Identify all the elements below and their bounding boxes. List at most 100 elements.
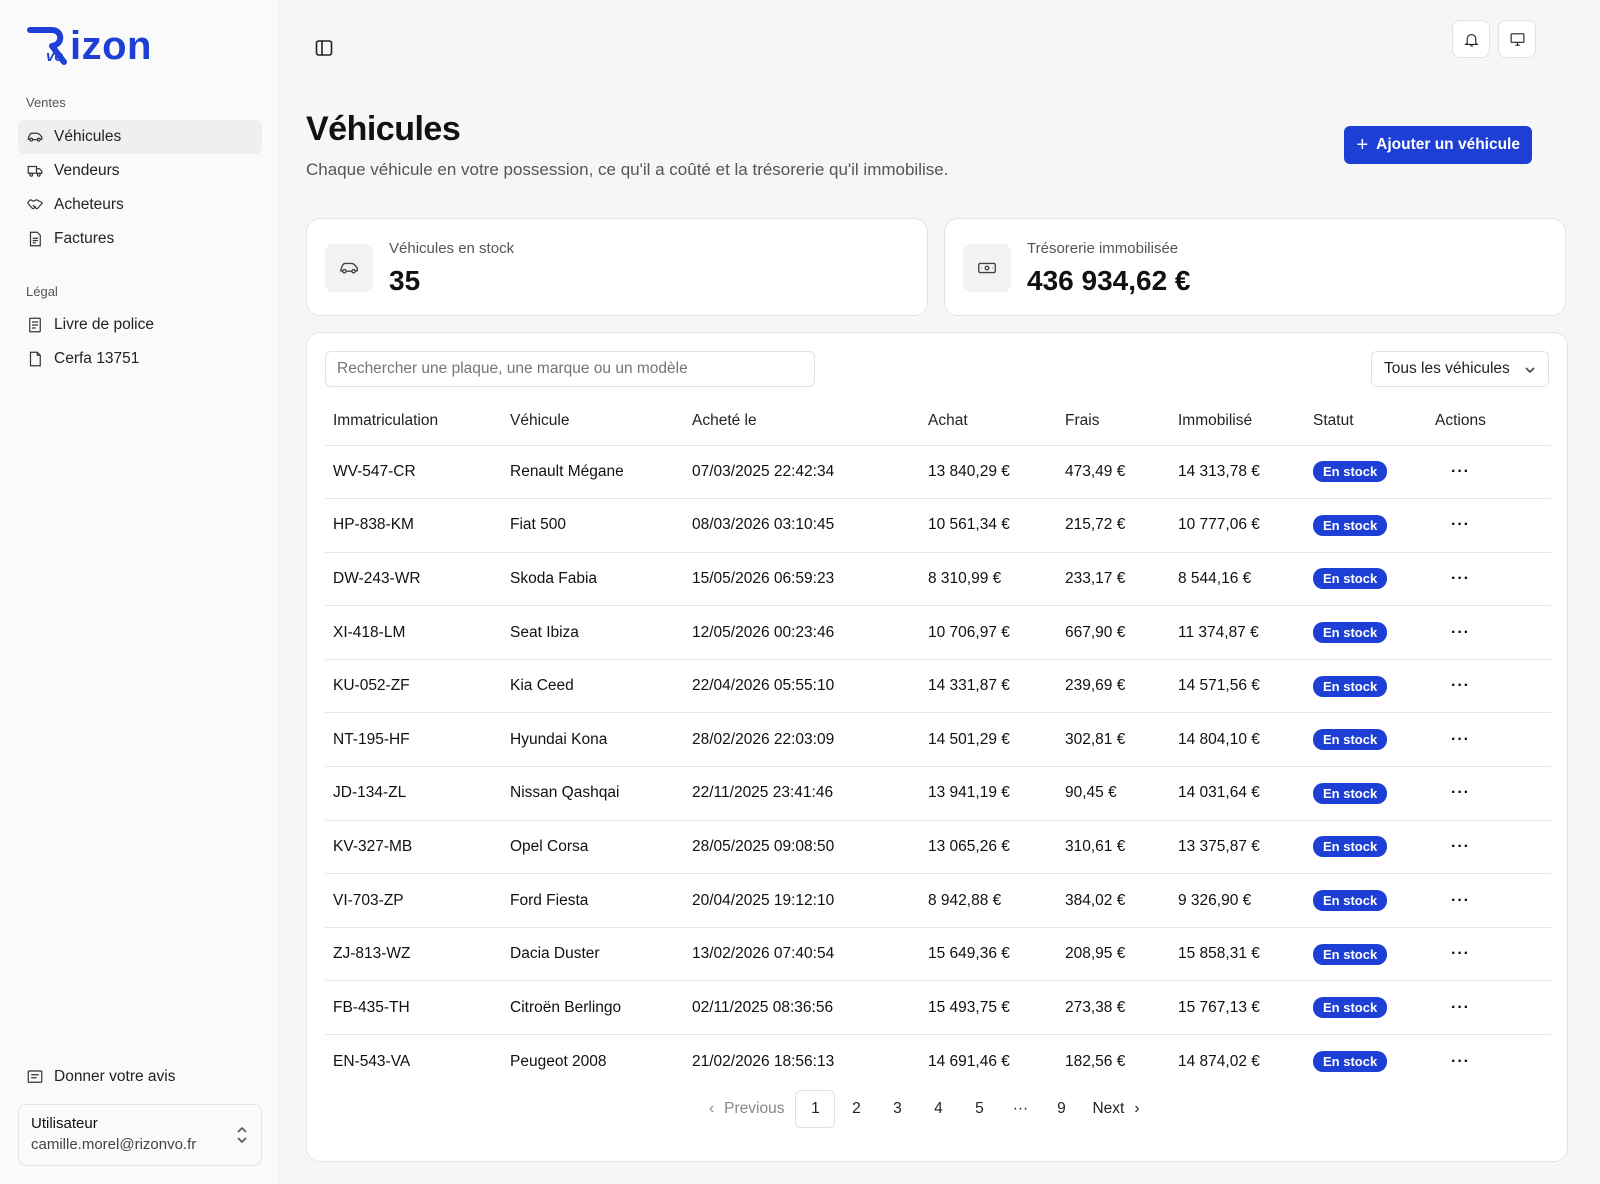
vehicle-filter-select[interactable]: Tous les véhicules (1371, 351, 1549, 387)
logo[interactable]: vo izon (26, 24, 152, 68)
message-icon (27, 1070, 43, 1083)
cell-frais: 473,49 € (1057, 445, 1170, 500)
cell-achat: 10 561,34 € (920, 498, 1057, 553)
cell-vehicle: Ford Fiesta (502, 873, 684, 928)
previous-label: Previous (724, 1100, 785, 1117)
cell-achat: 10 706,97 € (920, 605, 1057, 660)
cell-date: 02/11/2025 08:36:56 (684, 980, 920, 1036)
page-button[interactable]: 3 (877, 1090, 917, 1128)
more-actions-icon[interactable]: ··· (1435, 1053, 1470, 1070)
table-row[interactable]: KU-052-ZF Kia Ceed 22/04/2026 05:55:10 14 3… (325, 659, 1551, 714)
more-actions-icon[interactable]: ··· (1435, 516, 1470, 533)
table-row[interactable]: FB-435-TH Citroën Berlingo 02/11/2025 08:3… (325, 980, 1551, 1036)
cell-vehicle: Seat Ibiza (502, 605, 684, 660)
cell-date: 08/03/2026 03:10:45 (684, 498, 920, 553)
cell-date: 28/05/2025 09:08:50 (684, 820, 920, 875)
stat-label: Trésorerie immobilisée (1027, 240, 1179, 257)
table-row[interactable]: KV-327-MB Opel Corsa 28/05/2025 09:08:50 13… (325, 820, 1551, 875)
more-actions-icon[interactable]: ··· (1435, 677, 1470, 694)
cell-actions: ··· (1427, 552, 1551, 607)
cell-actions: ··· (1427, 980, 1551, 1036)
more-actions-icon[interactable]: ··· (1435, 945, 1470, 962)
cell-plate: WV-547-CR (325, 445, 502, 500)
column-header: Actions (1427, 397, 1551, 446)
cell-plate: KV-327-MB (325, 820, 502, 875)
more-actions-icon[interactable]: ··· (1435, 570, 1470, 587)
cell-status: En stock (1305, 445, 1427, 500)
book-icon (29, 317, 41, 333)
pagination-next[interactable]: Next › (1082, 1090, 1149, 1128)
user-menu[interactable]: Utilisateur camille.morel@rizonvo.fr (18, 1104, 262, 1166)
pagination-previous[interactable]: ‹ Previous (699, 1090, 794, 1128)
page-title: Véhicules (306, 110, 461, 148)
add-vehicle-button[interactable]: + Ajouter un véhicule (1344, 126, 1532, 164)
filter-value: Tous les véhicules (1384, 360, 1510, 377)
cell-vehicle: Fiat 500 (502, 498, 684, 553)
status-badge: En stock (1313, 622, 1388, 644)
sidebar-item-livre-de-police[interactable]: Livre de police (18, 308, 262, 342)
document-icon (29, 351, 41, 367)
more-actions-icon[interactable]: ··· (1435, 838, 1470, 855)
sidebar-item-cerfa[interactable]: Cerfa 13751 (18, 342, 262, 376)
column-header[interactable]: Immobilisé (1170, 397, 1305, 446)
main-content: Véhicules Chaque véhicule en votre posse… (278, 8, 1592, 1184)
feedback-link[interactable]: Donner votre avis (18, 1060, 262, 1094)
sidebar-item-acheteurs[interactable]: Acheteurs (18, 188, 262, 222)
table-row[interactable]: DW-243-WR Skoda Fabia 15/05/2026 06:59:23 8… (325, 552, 1551, 607)
table-row[interactable]: XI-418-LM Seat Ibiza 12/05/2026 00:23:46 10… (325, 605, 1551, 660)
search-input[interactable] (325, 351, 815, 387)
cell-achat: 14 331,87 € (920, 659, 1057, 714)
column-header[interactable]: Frais (1057, 397, 1170, 446)
more-actions-icon[interactable]: ··· (1435, 784, 1470, 801)
page-button[interactable]: 5 (959, 1090, 999, 1128)
banknote-icon (963, 244, 1011, 292)
table-row[interactable]: HP-838-KM Fiat 500 08/03/2026 03:10:45 10 5… (325, 498, 1551, 553)
table-header-row: Immatriculation Véhicule Acheté le Achat… (325, 397, 1551, 446)
page-button[interactable]: 2 (836, 1090, 876, 1128)
more-actions-icon[interactable]: ··· (1435, 999, 1470, 1016)
column-header[interactable]: Immatriculation (325, 397, 502, 446)
more-actions-icon[interactable]: ··· (1435, 892, 1470, 909)
cell-achat: 13 941,19 € (920, 766, 1057, 821)
column-header[interactable]: Achat (920, 397, 1057, 446)
display-button[interactable] (1498, 20, 1536, 58)
table-row[interactable]: EN-543-VA Peugeot 2008 21/02/2026 18:56:13… (325, 1035, 1551, 1089)
column-header[interactable]: Statut (1305, 397, 1427, 446)
cell-vehicle: Nissan Qashqai (502, 766, 684, 821)
stat-value: 436 934,62 € (1027, 265, 1191, 296)
more-actions-icon[interactable]: ··· (1435, 624, 1470, 641)
status-badge: En stock (1313, 782, 1388, 804)
cell-frais: 302,81 € (1057, 712, 1170, 768)
column-header[interactable]: Véhicule (502, 397, 684, 446)
more-actions-icon[interactable]: ··· (1435, 731, 1470, 748)
cell-frais: 182,56 € (1065, 1052, 1126, 1070)
cell-status: En stock (1305, 873, 1427, 928)
user-name: Utilisateur (31, 1115, 98, 1132)
page-button[interactable]: 4 (918, 1090, 958, 1128)
page-button[interactable]: 9 (1041, 1090, 1081, 1128)
notifications-button[interactable] (1452, 20, 1490, 58)
cell-actions: ··· (1427, 659, 1551, 714)
cell-status: En stock (1305, 980, 1427, 1036)
table-row[interactable]: WV-547-CR Renault Mégane 07/03/2025 22:42:… (325, 445, 1551, 500)
cell-actions: ··· (1427, 873, 1551, 928)
table-row[interactable]: JD-134-ZL Nissan Qashqai 22/11/2025 23:41:… (325, 766, 1551, 821)
truck-icon (27, 165, 43, 177)
table-row[interactable]: ZJ-813-WZ Dacia Duster 13/02/2026 07:40:54… (325, 927, 1551, 982)
table-row[interactable]: VI-703-ZP Ford Fiesta 20/04/2025 19:12:10 8… (325, 873, 1551, 928)
cell-date: 12/05/2026 00:23:46 (684, 605, 920, 660)
cell-date: 13/02/2026 07:40:54 (684, 927, 920, 982)
sidebar-item-factures[interactable]: Factures (18, 222, 262, 256)
chevron-down-icon (1525, 367, 1535, 374)
sidebar-item-vendeurs[interactable]: Vendeurs (18, 154, 262, 188)
table-row[interactable]: NT-195-HF Hyundai Kona 28/02/2026 22:03:09… (325, 712, 1551, 768)
page-button[interactable]: 1 (795, 1090, 836, 1128)
stat-card-tresorerie: Trésorerie immobilisée 436 934,62 € (944, 218, 1566, 316)
cell-frais: 239,69 € (1057, 659, 1170, 714)
column-header[interactable]: Acheté le (684, 397, 920, 446)
cell-achat: 8 310,99 € (920, 552, 1057, 607)
sidebar-toggle-icon[interactable] (314, 38, 334, 58)
nav-section-legal: Légal (26, 284, 58, 299)
sidebar-item-vehicules[interactable]: Véhicules (18, 120, 262, 154)
more-actions-icon[interactable]: ··· (1435, 463, 1470, 480)
